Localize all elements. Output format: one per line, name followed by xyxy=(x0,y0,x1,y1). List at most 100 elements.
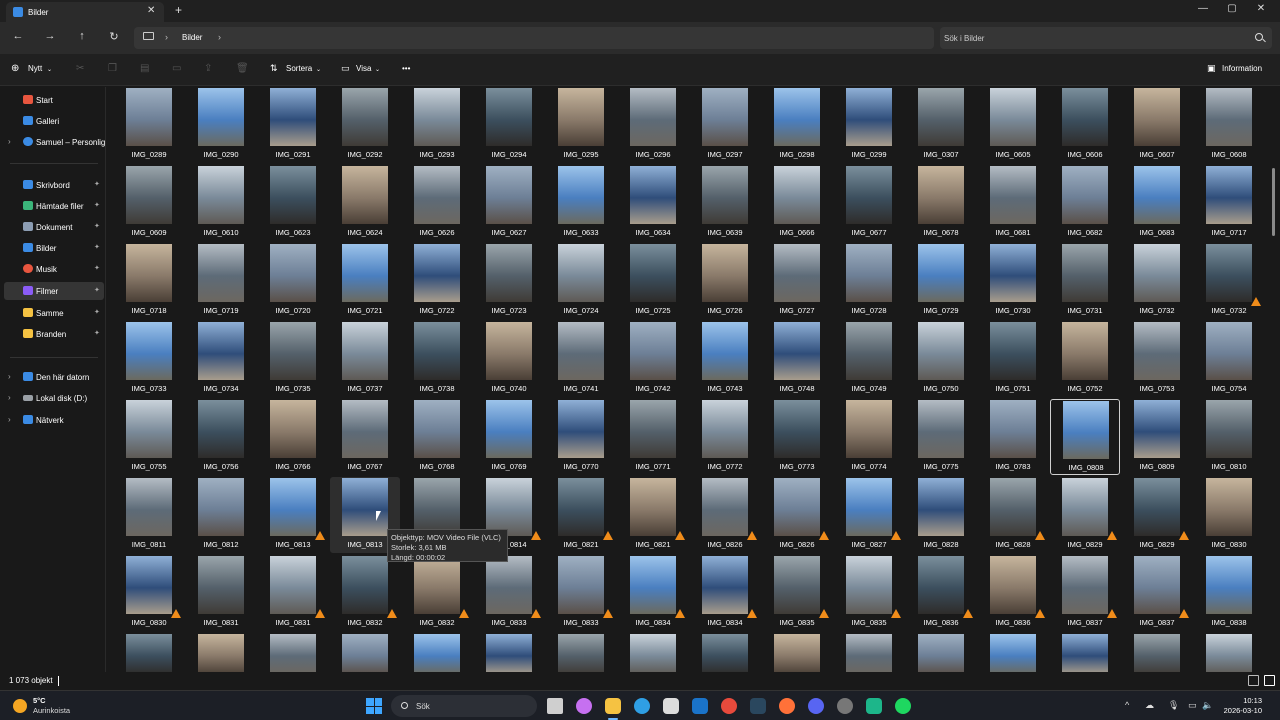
file-item[interactable] xyxy=(1194,633,1264,672)
search-box[interactable] xyxy=(940,27,1272,49)
file-item[interactable]: IMG_0808 xyxy=(1050,399,1120,475)
sort-button[interactable]: Sortera xyxy=(286,64,312,73)
file-item[interactable]: IMG_0838 xyxy=(1194,555,1264,631)
new-tab-button[interactable]: + xyxy=(175,3,182,17)
file-item[interactable]: IMG_0609 xyxy=(114,165,184,241)
sidebar-item-filmer[interactable]: Filmer ✦ xyxy=(4,282,104,300)
file-item[interactable]: IMG_0771 xyxy=(618,399,688,475)
file-item[interactable]: IMG_0832 xyxy=(402,555,472,631)
file-item[interactable]: IMG_0832 xyxy=(330,555,400,631)
file-item[interactable]: IMG_0295 xyxy=(546,87,616,163)
file-item[interactable]: IMG_0750 xyxy=(906,321,976,397)
file-item[interactable]: IMG_0721 xyxy=(330,243,400,319)
volume-icon[interactable]: 🔈 xyxy=(1202,700,1213,711)
clock[interactable]: 10:13 2026-03-10 xyxy=(1214,696,1262,716)
task-view-icon[interactable] xyxy=(547,698,563,714)
more-options-button[interactable]: ••• xyxy=(402,64,410,73)
sidebar-item-branden[interactable]: Branden ✦ xyxy=(0,325,106,343)
file-item[interactable]: IMG_0678 xyxy=(906,165,976,241)
delete-icon[interactable]: 🗑 xyxy=(236,63,249,74)
file-item[interactable]: IMG_0755 xyxy=(114,399,184,475)
file-item[interactable]: IMG_0743 xyxy=(690,321,760,397)
chrome-icon[interactable] xyxy=(721,698,737,714)
file-item[interactable]: IMG_0732 xyxy=(1194,243,1264,319)
steam-icon[interactable] xyxy=(750,698,766,714)
refresh-button[interactable]: ↻ xyxy=(106,30,122,43)
file-item[interactable] xyxy=(906,633,976,672)
file-item[interactable]: IMG_0717 xyxy=(1194,165,1264,241)
file-item[interactable]: IMG_0627 xyxy=(474,165,544,241)
sidebar-item-onedrive[interactable]: › Samuel – Personlig xyxy=(0,133,106,151)
file-item[interactable] xyxy=(546,633,616,672)
file-item[interactable]: IMG_0634 xyxy=(618,165,688,241)
file-item[interactable]: IMG_0754 xyxy=(1194,321,1264,397)
file-item[interactable]: IMG_0774 xyxy=(834,399,904,475)
file-item[interactable]: IMG_0718 xyxy=(114,243,184,319)
file-item[interactable]: IMG_0773 xyxy=(762,399,832,475)
file-item[interactable]: IMG_0810 xyxy=(1194,399,1264,475)
file-item[interactable]: IMG_0770 xyxy=(546,399,616,475)
file-item[interactable]: IMG_0291 xyxy=(258,87,328,163)
file-item[interactable]: IMG_0769 xyxy=(474,399,544,475)
sun-icon[interactable] xyxy=(13,699,27,713)
sidebar-item-downloads[interactable]: Hämtade filer ✦ xyxy=(0,197,106,215)
onedrive-icon[interactable]: ☁ xyxy=(1145,700,1154,711)
file-item[interactable]: IMG_0738 xyxy=(402,321,472,397)
file-item[interactable]: IMG_0623 xyxy=(258,165,328,241)
file-item[interactable]: IMG_0826 xyxy=(690,477,760,553)
start-button[interactable] xyxy=(366,698,382,714)
paste-icon[interactable]: ▤ xyxy=(140,63,149,74)
file-item[interactable]: IMG_0296 xyxy=(618,87,688,163)
chevron-right-icon[interactable]: › xyxy=(8,393,11,402)
discord-icon[interactable] xyxy=(808,698,824,714)
sidebar-item-skrivbord[interactable]: Skrivbord ✦ xyxy=(0,176,106,194)
file-item[interactable]: IMG_0729 xyxy=(906,243,976,319)
file-item[interactable] xyxy=(762,633,832,672)
file-item[interactable]: IMG_0608 xyxy=(1194,87,1264,163)
breadcrumb-bilder[interactable]: Bilder xyxy=(182,33,202,42)
forward-button[interactable]: → xyxy=(42,30,58,42)
file-item[interactable]: IMG_0681 xyxy=(978,165,1048,241)
file-item[interactable]: IMG_0639 xyxy=(690,165,760,241)
firefox-icon[interactable] xyxy=(779,698,795,714)
address-bar[interactable]: › Bilder › xyxy=(134,27,934,49)
file-item[interactable]: IMG_0307 xyxy=(906,87,976,163)
file-item[interactable]: IMG_0735 xyxy=(258,321,328,397)
network-icon[interactable]: ▭ xyxy=(1188,700,1197,711)
file-item[interactable]: IMG_0748 xyxy=(762,321,832,397)
file-item[interactable]: IMG_0813 xyxy=(258,477,328,553)
file-item[interactable]: IMG_0289 xyxy=(114,87,184,163)
file-item[interactable]: IMG_0725 xyxy=(618,243,688,319)
file-item[interactable] xyxy=(114,633,184,672)
file-item[interactable]: IMG_0836 xyxy=(906,555,976,631)
file-item[interactable]: IMG_0821 xyxy=(618,477,688,553)
sidebar-item-local-disk[interactable]: › Lokal disk (D:) xyxy=(0,389,106,407)
weather-desc[interactable]: Aurinkoista xyxy=(33,706,70,715)
file-item[interactable]: IMG_0741 xyxy=(546,321,616,397)
sidebar-item-this-pc[interactable]: › Den här datorn xyxy=(0,368,106,386)
file-item[interactable]: IMG_0775 xyxy=(906,399,976,475)
file-item[interactable]: IMG_0829 xyxy=(1050,477,1120,553)
file-item[interactable]: IMG_0753 xyxy=(1122,321,1192,397)
thumbnail-view-button[interactable] xyxy=(1264,675,1275,686)
file-item[interactable]: IMG_0828 xyxy=(978,477,1048,553)
file-item[interactable]: IMG_0829 xyxy=(1122,477,1192,553)
copilot-icon[interactable] xyxy=(576,698,592,714)
file-item[interactable]: IMG_0737 xyxy=(330,321,400,397)
copy-icon[interactable]: ❐ xyxy=(108,63,117,74)
file-item[interactable]: IMG_0294 xyxy=(474,87,544,163)
file-item[interactable] xyxy=(330,633,400,672)
file-item[interactable] xyxy=(258,633,328,672)
edge-icon[interactable] xyxy=(634,698,650,714)
file-item[interactable]: IMG_0809 xyxy=(1122,399,1192,475)
file-item[interactable]: IMG_0811 xyxy=(114,477,184,553)
file-item[interactable]: IMG_0633 xyxy=(546,165,616,241)
file-item[interactable]: IMG_0624 xyxy=(330,165,400,241)
sidebar-item-network[interactable]: › Nätverk xyxy=(0,411,106,429)
file-item[interactable]: IMG_0830 xyxy=(1194,477,1264,553)
file-item[interactable] xyxy=(402,633,472,672)
file-item[interactable]: IMG_0293 xyxy=(402,87,472,163)
file-item[interactable]: IMG_0835 xyxy=(834,555,904,631)
file-item[interactable]: IMG_0756 xyxy=(186,399,256,475)
file-item[interactable] xyxy=(474,633,544,672)
